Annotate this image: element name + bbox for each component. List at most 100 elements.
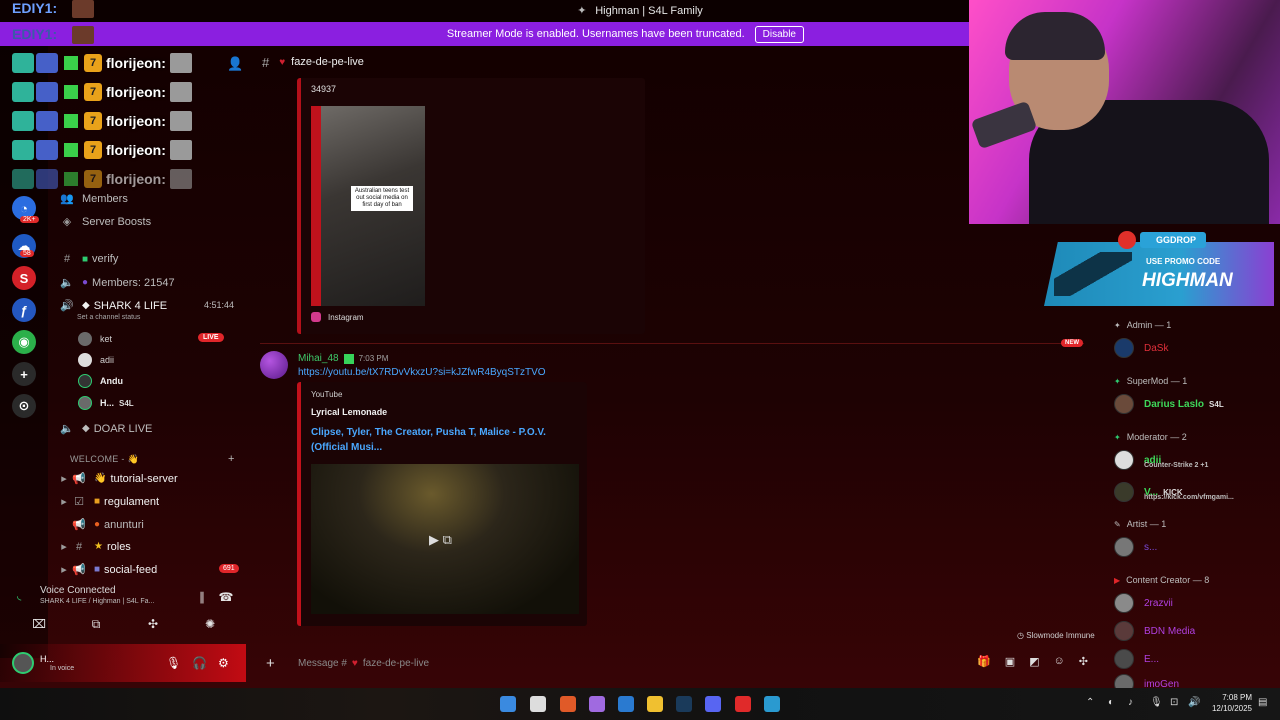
voice-user[interactable]: Andu <box>78 374 123 388</box>
avatar[interactable] <box>260 351 288 379</box>
embed-author[interactable]: Lyrical Lemonade <box>311 407 387 417</box>
microphone-arm <box>970 100 1038 150</box>
microphone-icon[interactable]: 🎙 <box>166 656 181 670</box>
channel-regulament[interactable]: ▸ ☑ ■ regulament <box>60 495 160 509</box>
brave-browser-icon[interactable] <box>560 696 576 712</box>
live-badge: LIVE <box>198 333 224 342</box>
channel-roles[interactable]: ▸ # ★ roles <box>60 540 131 554</box>
channel-members-count[interactable]: 🔈 ● Members: 21547 <box>60 276 174 290</box>
task-view-icon[interactable] <box>530 696 546 712</box>
avatar <box>1114 621 1134 641</box>
add-channel-icon[interactable]: + <box>228 453 234 465</box>
disconnect-icon[interactable]: ☎ <box>216 590 236 608</box>
channel-tutorial-server[interactable]: ▸ 📢 👋 tutorial-server <box>60 472 178 486</box>
member-row[interactable]: Darius Laslo S4L <box>1114 394 1224 414</box>
store-icon[interactable] <box>618 696 634 712</box>
voice-user[interactable]: H... S4L <box>78 396 134 410</box>
avatar[interactable] <box>12 652 34 674</box>
voice-user[interactable]: adii <box>78 353 114 367</box>
announcement-icon: 📢 <box>72 473 86 485</box>
instagram-thumbnail[interactable]: Australian teens test out social media o… <box>311 106 425 306</box>
message-link[interactable]: https://youtu.be/tX7RDvVkxzU?si=kJZfwR4B… <box>298 367 546 378</box>
tray-icon[interactable]: ◐ <box>1108 697 1114 708</box>
boost-icon: ◈ <box>62 216 72 228</box>
role-name: SuperMod — 1 <box>1126 376 1188 386</box>
voice-connected-subtitle[interactable]: SHARK 4 LIFE / Highman | S4L Fa... <box>40 598 154 605</box>
screen-share-icon[interactable]: ⧉ <box>86 617 106 635</box>
add-friend-icon[interactable]: 👤 <box>227 56 243 72</box>
chevron-right-icon: ▸ <box>61 496 67 508</box>
discord-icon[interactable] <box>705 696 721 712</box>
chevron-up-icon[interactable]: ⌃ <box>1086 697 1094 708</box>
member-row[interactable]: V... KICK https://kick.com/vfmgami... <box>1114 482 1234 502</box>
video-thumbnail[interactable]: ▶ ⧉ <box>311 464 579 614</box>
voice-channel-doar-live[interactable]: 🔈 ◆ DOAR LIVE <box>60 422 152 436</box>
embed-title[interactable]: Clipse, Tyler, The Creator, Pusha T, Mal… <box>311 425 561 455</box>
author-name[interactable]: Mihai_48 <box>298 353 339 364</box>
network-icon[interactable]: ⊡ <box>1170 697 1178 708</box>
voice-user[interactable]: ket <box>78 332 112 346</box>
apps-icon[interactable]: ✣ <box>1079 655 1088 668</box>
role-name: Content Creator — 8 <box>1126 575 1210 585</box>
settings-gear-icon[interactable]: ⚙ <box>218 656 229 670</box>
sticker-icon[interactable]: ◩ <box>1029 655 1039 668</box>
message-composer[interactable]: + Message # ♥ faze-de-pe-live 🎁 ▣ ◩ ☺ ✣ <box>260 650 1096 676</box>
file-explorer-icon[interactable] <box>647 696 663 712</box>
role-header: ▶ Content Creator — 8 <box>1114 575 1209 585</box>
voice-channel-shark[interactable]: 🔊 ◆ SHARK 4 LIFE <box>60 299 167 313</box>
member-row[interactable]: E... <box>1114 649 1159 669</box>
discover-icon[interactable]: ⊙ <box>12 394 36 418</box>
webcam-overlay <box>969 0 1280 224</box>
category-welcome[interactable]: WELCOME - 👋 <box>70 454 139 465</box>
gift-icon[interactable]: 🎁 <box>977 655 991 668</box>
member-name: Darius Laslo <box>1144 398 1205 410</box>
headphones-icon[interactable]: 🎧 <box>192 656 207 670</box>
steam-icon[interactable] <box>676 696 692 712</box>
member-row[interactable]: DaSk <box>1114 338 1168 358</box>
soundboard-icon[interactable]: ✺ <box>200 617 220 635</box>
add-attachment-icon[interactable]: + <box>266 655 286 672</box>
sidebar-item-server-boosts[interactable]: ◈ Server Boosts <box>60 215 151 229</box>
camera-off-icon[interactable]: ⌧ <box>29 617 49 635</box>
disable-streamer-mode-button[interactable]: Disable <box>754 25 804 43</box>
gif-icon[interactable]: ▣ <box>1005 655 1015 668</box>
channel-name: tutorial-server <box>110 472 178 485</box>
voice-connected-panel: ◟ Voice Connected SHARK 4 LIFE / Highman… <box>0 580 246 640</box>
member-name: E... <box>1144 653 1160 665</box>
play-icon[interactable]: ▶ ⧉ <box>429 532 452 548</box>
avatar <box>78 396 92 410</box>
member-row[interactable]: adii Counter-Strike 2 +1 <box>1114 450 1208 470</box>
noise-suppression-icon[interactable]: ∥ <box>192 590 212 608</box>
member-row[interactable]: BDN Media <box>1114 621 1195 641</box>
mic-tray-icon[interactable]: 🎙 <box>1150 697 1163 708</box>
channel-anunturi[interactable]: 📢 ● anunturi <box>60 518 144 532</box>
channel-name: social-feed <box>104 563 158 576</box>
channel-name: regulament <box>104 495 160 508</box>
embed-provider: YouTube <box>311 390 343 399</box>
sidebar-item-members[interactable]: 👥 Members <box>60 192 128 206</box>
activities-icon[interactable]: ✣ <box>143 617 163 635</box>
volume-icon[interactable]: 🔊 <box>1188 697 1200 708</box>
set-channel-status[interactable]: Set a channel status <box>77 314 140 321</box>
add-server-icon[interactable]: + <box>12 362 36 386</box>
server-icon[interactable]: S <box>12 266 36 290</box>
app-icon[interactable] <box>764 696 780 712</box>
member-row[interactable]: s... <box>1114 537 1157 557</box>
hash-icon: # <box>262 54 270 70</box>
sidebar-item-label: Members <box>82 192 128 205</box>
channel-verify[interactable]: # ■ verify <box>60 253 118 265</box>
server-icon[interactable]: ◉ <box>12 330 36 354</box>
start-icon[interactable] <box>500 696 516 712</box>
server-badge: 2K+ <box>20 216 39 223</box>
member-row[interactable]: 2razvii <box>1114 593 1173 613</box>
taskbar-clock[interactable]: 7:08 PM 12/10/2025 <box>1206 692 1252 714</box>
emoji-icon[interactable]: ☺ <box>1054 655 1065 668</box>
channel-social-feed[interactable]: ▸ 📢 ■ social-feed <box>60 563 158 577</box>
server-icon[interactable]: ƒ <box>12 298 36 322</box>
audio-icon[interactable]: ♪ <box>1128 697 1133 708</box>
hash-icon: # <box>63 253 71 265</box>
copilot-icon[interactable] <box>589 696 605 712</box>
notification-icon[interactable]: ▤ <box>1258 697 1267 708</box>
brave-shield-icon[interactable] <box>735 696 751 712</box>
unread-badge: 691 <box>219 564 239 573</box>
